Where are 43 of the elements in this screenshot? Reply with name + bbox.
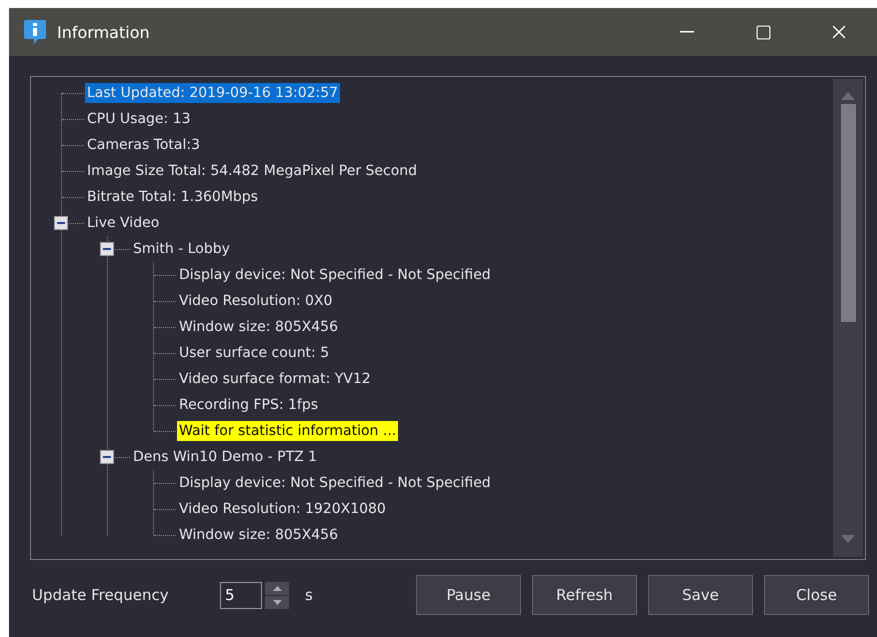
minimize-icon: [680, 31, 694, 33]
tree-item[interactable]: Last Updated: 2019-09-16 13:02:57: [85, 83, 340, 103]
maximize-icon: [754, 24, 772, 40]
window-title: Information: [57, 22, 151, 42]
tree-item[interactable]: Image Size Total: 54.482 MegaPixel Per Second: [85, 161, 420, 181]
field-label: Update Frequency: [32, 586, 170, 604]
tree-item[interactable]: User surface count: 5: [177, 343, 332, 363]
expand-toggle[interactable]: [54, 216, 68, 230]
tree-item[interactable]: Wait for statistic information ...: [177, 421, 398, 441]
tree-item[interactable]: CPU Usage: 13: [85, 109, 193, 129]
down-arrow-icon: [272, 600, 282, 604]
up-arrow-icon: [272, 586, 282, 590]
frequency-input[interactable]: 5: [220, 582, 262, 608]
dialog-button[interactable]: Close: [764, 575, 869, 615]
dialog-button[interactable]: Save: [648, 575, 753, 615]
minus-icon: [103, 453, 111, 461]
minus-icon: [103, 245, 111, 253]
increment-button[interactable]: [265, 582, 289, 594]
tree-item[interactable]: Live Video: [85, 213, 162, 233]
tree-item[interactable]: Bitrate Total: 1.360Mbps: [85, 187, 260, 207]
expand-toggle[interactable]: [100, 450, 114, 464]
tree-item[interactable]: Recording FPS: 1fps: [177, 395, 320, 415]
dialog-button[interactable]: Pause: [416, 575, 521, 615]
tree-item[interactable]: Smith - Lobby: [131, 239, 232, 259]
tree-item[interactable]: Video Resolution: 0X0: [177, 291, 334, 311]
dialog-button[interactable]: Refresh: [532, 575, 637, 615]
info-icon: [23, 19, 47, 45]
tree-item[interactable]: Video Resolution: 1920X1080: [177, 499, 388, 519]
tree-item[interactable]: Display device: Not Specified - Not Specified: [177, 473, 493, 493]
tree-item[interactable]: Display device: Not Specified - Not Specified: [177, 265, 493, 285]
unit-label: s: [305, 586, 314, 604]
scrollbar[interactable]: [833, 79, 863, 557]
scrollbar-thumb[interactable]: [840, 104, 856, 322]
tree-item[interactable]: Cameras Total:3: [85, 135, 202, 155]
scroll-up-icon[interactable]: [841, 92, 855, 100]
tree-item[interactable]: Video surface format: YV12: [177, 369, 373, 389]
expand-toggle[interactable]: [100, 242, 114, 256]
minus-icon: [57, 219, 65, 227]
decrement-button[interactable]: [265, 596, 289, 608]
scroll-down-icon[interactable]: [841, 535, 855, 543]
tree-item[interactable]: Dens Win10 Demo - PTZ 1: [131, 447, 320, 467]
tree-item[interactable]: Window size: 805X456: [177, 525, 340, 545]
tree-item[interactable]: Window size: 805X456: [177, 317, 340, 337]
